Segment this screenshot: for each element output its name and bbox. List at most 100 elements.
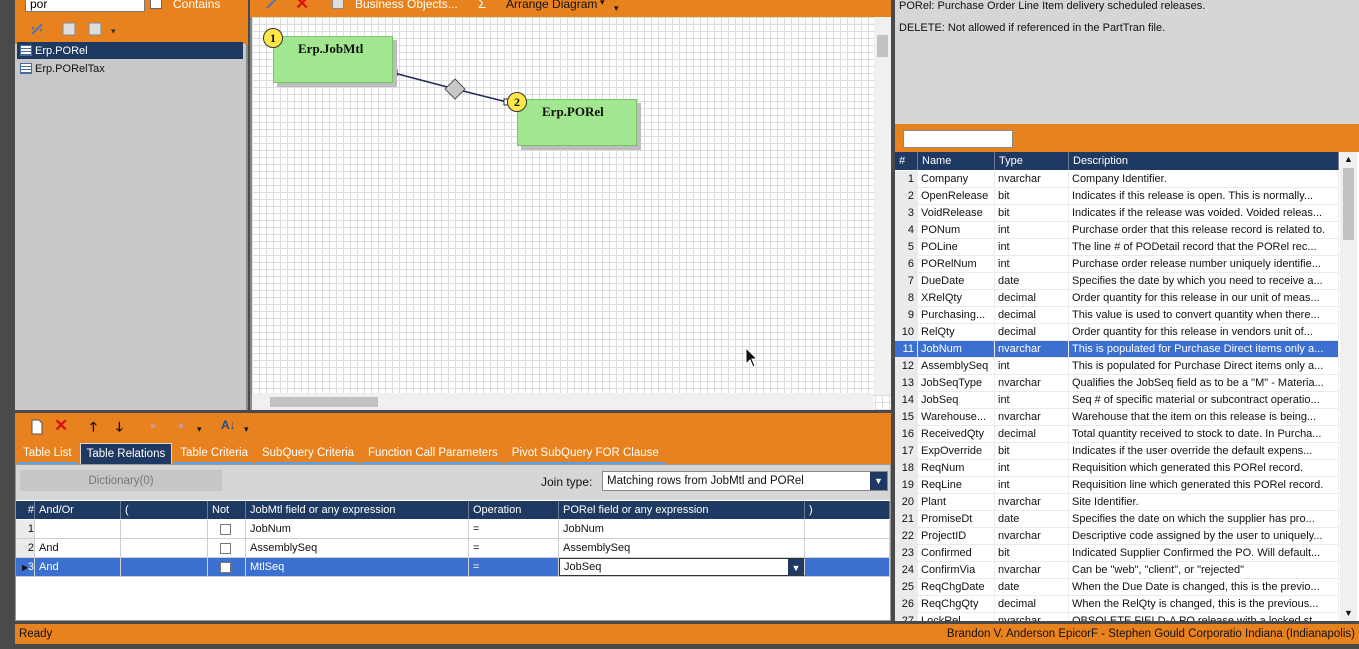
relation-cell-close[interactable] [805,539,890,557]
relation-row[interactable]: 2 And AssemblySeq = AssemblySeq [16,539,890,558]
tab-table-criteria[interactable]: Table Criteria [174,443,254,464]
new-icon[interactable] [29,419,45,435]
entity-jobmtl[interactable]: Erp.JobMtl [273,36,393,83]
field-row[interactable]: 15 Warehouse... nvarchar Warehouse that the… [895,409,1339,426]
entity-porel[interactable]: Erp.PORel [517,99,637,146]
relation-cell-andor[interactable]: And [35,539,121,557]
outdent-icon[interactable]: ◂ [177,418,183,432]
field-row[interactable]: 24 ConfirmVia nvarchar Can be "web", "clien… [895,562,1339,579]
field-row[interactable]: 10 RelQty decimal Order quantity for this r… [895,324,1339,341]
field-row[interactable]: 6 PORelNum int Purchase order release numbe… [895,256,1339,273]
field-filter-input[interactable] [903,130,1013,148]
relation-cell-open[interactable] [121,520,208,538]
relation-cell-op[interactable]: = [469,558,559,576]
query-diagram-canvas[interactable]: Erp.JobMtl 1 Erp.PORel 2 [250,17,891,410]
field-row[interactable]: 20 Plant nvarchar Site Identifier. [895,494,1339,511]
not-checkbox[interactable] [220,523,231,535]
link-icon[interactable] [264,0,280,11]
field-row[interactable]: 3 VoidRelease bit Indicates if the release … [895,205,1339,222]
tab-function-call-parameters[interactable]: Function Call Parameters [362,443,504,464]
column-header[interactable]: # [16,501,35,519]
field-row[interactable]: 22 ProjectID nvarchar Descriptive code assi… [895,528,1339,545]
dictionary-button[interactable]: Dictionary(0) [20,470,222,491]
expand-icon[interactable] [61,21,77,37]
field-row[interactable]: 14 JobSeq int Seq # of specific material or… [895,392,1339,409]
chevron-down-icon[interactable]: ▾ [244,424,249,435]
move-down-icon[interactable]: 🡓 [116,418,123,440]
not-cell[interactable] [208,558,246,576]
scroll-up-icon[interactable]: ▲ [1344,154,1353,164]
column-header[interactable]: PORel field or any expression [559,501,805,519]
not-cell[interactable] [208,539,246,557]
column-header[interactable]: JobMtl field or any expression [246,501,469,519]
relation-row[interactable]: 3 And MtlSeq = JobSeq ▼ [16,558,890,577]
relation-cell-close[interactable] [805,520,890,538]
column-header[interactable]: Name [918,152,995,170]
move-up-icon[interactable]: 🡑 [90,418,97,440]
column-header[interactable]: ( [121,501,208,519]
link-icon[interactable] [29,21,45,37]
relation-cell-op[interactable]: = [469,520,559,538]
collapse-icon[interactable] [87,21,103,37]
delete-icon[interactable]: ✕ [295,0,309,14]
not-checkbox[interactable] [220,542,231,554]
not-checkbox[interactable] [220,561,231,573]
relation-cell-right[interactable]: AssemblySeq [559,539,805,557]
tab-pivot-subquery-for-clause[interactable]: Pivot SubQuery FOR Clause [505,443,665,464]
relation-cell-left[interactable]: AssemblySeq [246,539,469,557]
join-type-select[interactable]: Matching rows from JobMtl and PORel ▼ [602,471,888,491]
fields-vertical-scrollbar[interactable]: ▲ ▼ [1340,152,1357,621]
relation-cell-open[interactable] [121,539,208,557]
right-field-editor[interactable]: JobSeq ▼ [559,558,805,576]
column-header[interactable]: Type [995,152,1069,170]
tab-table-list[interactable]: Table List [17,443,78,464]
field-row[interactable]: 25 ReqChgDate date When the Due Date is cha… [895,579,1339,596]
arrange-diagram-button[interactable]: Arrange Diagram [506,0,597,11]
not-cell[interactable] [208,520,246,538]
aggregate-button[interactable]: Σ [478,0,486,11]
field-row[interactable]: 21 PromiseDt date Specifies the date on wh… [895,511,1339,528]
relation-cell-andor[interactable] [35,520,121,538]
relation-cell-open[interactable] [121,558,208,576]
field-row[interactable]: 2 OpenRelease bit Indicates if this release… [895,188,1339,205]
column-header[interactable]: ) [805,501,890,519]
relation-cell-andor[interactable]: And [35,558,121,576]
scroll-down-icon[interactable]: ▼ [1344,608,1353,618]
indent-icon[interactable]: ▸ [151,418,157,432]
field-row[interactable]: 23 Confirmed bit Indicated Supplier Confirm… [895,545,1339,562]
table-list-item[interactable]: Erp.PORel [17,42,243,59]
field-row[interactable]: 9 Purchasing... decimal This value is used … [895,307,1339,324]
field-row[interactable]: 8 XRelQty decimal Order quantity for this r… [895,290,1339,307]
diagram-vertical-scrollbar[interactable] [874,17,891,395]
contains-checkbox[interactable] [150,0,162,9]
business-objects-button[interactable]: Business Objects... [355,0,458,11]
field-row[interactable]: 4 PONum int Purchase order that this releas… [895,222,1339,239]
scroll-thumb[interactable] [1343,168,1354,240]
column-header[interactable]: # [895,152,918,170]
field-row[interactable]: 1 Company nvarchar Company Identifier. [895,171,1339,188]
chevron-down-icon[interactable]: ▾ [111,26,116,37]
chevron-down-icon[interactable]: ▾ [600,0,605,8]
field-row[interactable]: 19 ReqLine int Requisition line which gener… [895,477,1339,494]
column-header[interactable]: Not [208,501,246,519]
field-row[interactable]: 18 ReqNum int Requisition which generated t… [895,460,1339,477]
field-row[interactable]: 17 ExpOverride bit Indicates if the user ov… [895,443,1339,460]
search-input[interactable] [25,0,145,12]
chevron-down-icon[interactable]: ▾ [197,424,202,435]
column-header[interactable]: Description [1069,152,1339,170]
relation-cell-left[interactable]: JobNum [246,520,469,538]
diagram-horizontal-scrollbar[interactable] [252,393,874,410]
sort-icon[interactable]: A↓ [221,418,236,432]
relation-cell-op[interactable]: = [469,539,559,557]
field-row[interactable]: 7 DueDate date Specifies the date by which … [895,273,1339,290]
relation-cell-close[interactable] [805,558,890,576]
relation-cell-right[interactable]: JobNum [559,520,805,538]
field-row[interactable]: 11 JobNum nvarchar This is populated for Pu… [895,341,1339,358]
chevron-down-icon[interactable]: ▾ [614,3,619,14]
column-header[interactable]: And/Or [35,501,121,519]
delete-icon[interactable]: ✕ [54,416,68,436]
column-header[interactable]: Operation [469,501,559,519]
table-list-item[interactable]: Erp.PORelTax [17,60,243,77]
tab-subquery-criteria[interactable]: SubQuery Criteria [255,443,361,464]
chevron-down-icon[interactable]: ▼ [870,472,887,490]
